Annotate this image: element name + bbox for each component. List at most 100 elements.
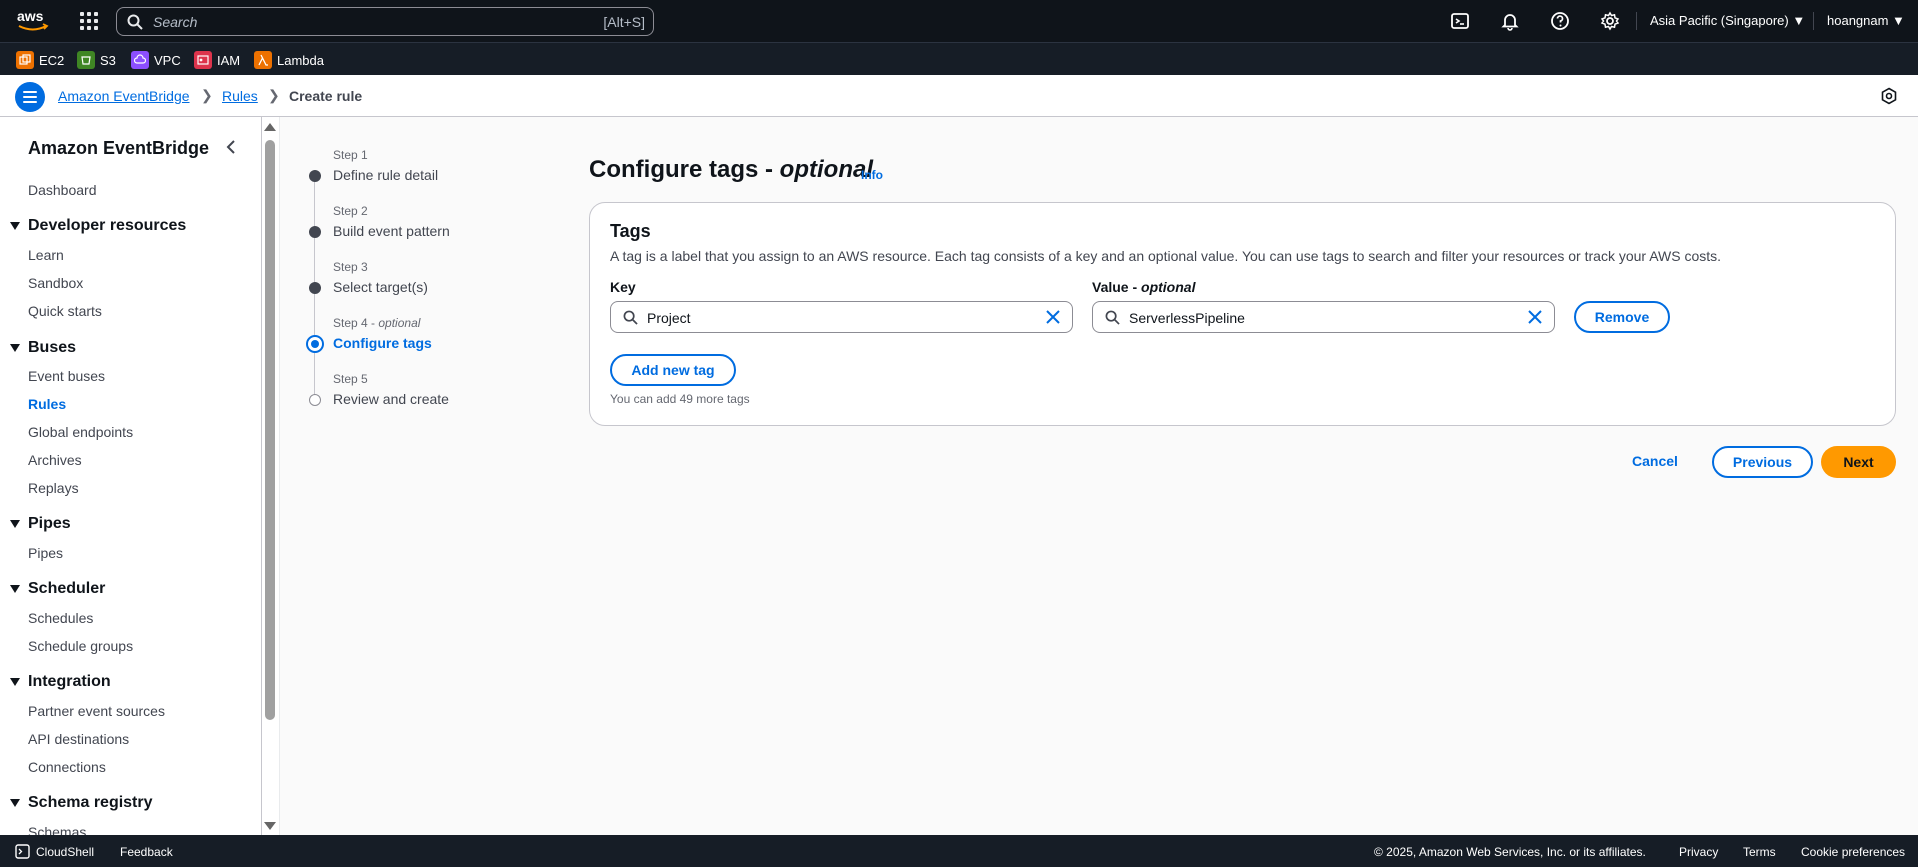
- breadcrumb-eventbridge[interactable]: Amazon EventBridge: [58, 88, 190, 104]
- side-navigation-toggle-button[interactable]: [15, 82, 45, 112]
- sidebar-item-connections[interactable]: Connections: [28, 759, 106, 775]
- info-link[interactable]: Info: [861, 168, 883, 182]
- help-icon[interactable]: [1550, 11, 1570, 31]
- step-1-link[interactable]: Define rule detail: [333, 167, 438, 183]
- sidebar-section-scheduler[interactable]: Scheduler: [10, 580, 105, 598]
- sidebar-section-developer-resources[interactable]: Developer resources: [10, 217, 186, 235]
- step-5-pending-dot: [309, 394, 321, 406]
- iam-icon: [194, 51, 212, 69]
- cookie-preferences-link[interactable]: Cookie preferences: [1801, 845, 1905, 859]
- sidebar-item-schemas[interactable]: Schemas: [28, 824, 86, 835]
- terms-link[interactable]: Terms: [1743, 845, 1776, 859]
- collapse-sidebar-icon[interactable]: [224, 139, 238, 155]
- step-5-label: Step 5: [333, 372, 368, 386]
- sidebar-title[interactable]: Amazon EventBridge: [28, 138, 209, 159]
- sidebar-item-rules[interactable]: Rules: [28, 396, 66, 412]
- search-placeholder: Search: [153, 14, 198, 30]
- cloudshell-icon[interactable]: [1450, 11, 1470, 31]
- step-1-complete-dot: [309, 170, 321, 182]
- services-grid-icon[interactable]: [80, 12, 98, 30]
- footer: CloudShell Feedback © 2025, Amazon Web S…: [0, 835, 1918, 867]
- sidebar-section-schema-registry[interactable]: Schema registry: [10, 794, 153, 812]
- sidebar-item-learn[interactable]: Learn: [28, 247, 64, 263]
- account-menu[interactable]: hoangnam ▼: [1827, 13, 1905, 28]
- privacy-link[interactable]: Privacy: [1679, 845, 1718, 859]
- sidebar-item-global-endpoints[interactable]: Global endpoints: [28, 424, 133, 440]
- previous-button[interactable]: Previous: [1712, 446, 1813, 478]
- sidebar-section-integration[interactable]: Integration: [10, 673, 111, 691]
- preferences-icon[interactable]: [1880, 87, 1898, 105]
- favorite-label: EC2: [39, 52, 65, 68]
- sidebar-scrollbar-thumb[interactable]: [265, 140, 275, 720]
- sidebar-item-archives[interactable]: Archives: [28, 452, 82, 468]
- notifications-bell-icon[interactable]: [1500, 11, 1520, 31]
- step-3-label: Step 3: [333, 260, 368, 274]
- favorite-lambda[interactable]: Lambda: [254, 50, 324, 70]
- settings-gear-icon[interactable]: [1600, 11, 1620, 31]
- page-title-text: Configure tags -: [589, 156, 780, 183]
- search-input[interactable]: Search [Alt+S]: [116, 7, 654, 36]
- sidebar-item-schedule-groups[interactable]: Schedule groups: [28, 638, 133, 654]
- tags-panel: Tags A tag is a label that you assign to…: [589, 202, 1896, 426]
- sidebar-item-dashboard[interactable]: Dashboard: [28, 182, 97, 198]
- remove-tag-button[interactable]: Remove: [1574, 301, 1670, 333]
- scroll-up-arrow-icon[interactable]: [264, 123, 276, 131]
- tag-value-input[interactable]: ServerlessPipeline: [1092, 301, 1555, 333]
- sidebar-item-event-buses[interactable]: Event buses: [28, 368, 105, 384]
- feedback-link[interactable]: Feedback: [120, 845, 173, 859]
- sidebar-item-pipes[interactable]: Pipes: [28, 545, 63, 561]
- nav-divider: [1636, 12, 1637, 30]
- favorite-label: IAM: [217, 52, 241, 68]
- step-3-complete-dot: [309, 282, 321, 294]
- search-shortcut: [Alt+S]: [603, 14, 645, 30]
- sidebar-section-label: Integration: [28, 673, 111, 690]
- caret-down-icon: [10, 344, 20, 352]
- step-5-name: Review and create: [333, 391, 449, 407]
- s3-icon: [77, 51, 95, 69]
- sidebar-item-api-destinations[interactable]: API destinations: [28, 731, 129, 747]
- search-icon: [127, 14, 143, 30]
- step-3-link[interactable]: Select target(s): [333, 279, 428, 295]
- cloudshell-link[interactable]: CloudShell: [36, 845, 94, 859]
- scroll-down-arrow-icon[interactable]: [264, 822, 276, 830]
- clear-value-icon[interactable]: [1528, 310, 1542, 324]
- sidebar-section-label: Developer resources: [28, 217, 187, 234]
- step-4-label: Step 4 - optional: [333, 316, 421, 330]
- favorite-s3[interactable]: S3: [77, 50, 116, 70]
- page-title-optional: optional: [779, 156, 873, 183]
- breadcrumb-rules[interactable]: Rules: [222, 88, 258, 104]
- sidebar-item-schedules[interactable]: Schedules: [28, 610, 93, 626]
- favorite-label: S3: [100, 52, 116, 68]
- add-new-tag-button[interactable]: Add new tag: [610, 354, 736, 386]
- key-label: Key: [610, 279, 636, 295]
- sidebar-item-partner-event-sources[interactable]: Partner event sources: [28, 703, 165, 719]
- cancel-button[interactable]: Cancel: [1632, 453, 1678, 469]
- clear-key-icon[interactable]: [1046, 310, 1060, 324]
- favorite-vpc[interactable]: VPC: [131, 50, 181, 70]
- breadcrumb-bar: Amazon EventBridge ❯ Rules ❯ Create rule: [0, 75, 1918, 117]
- sidebar-section-pipes[interactable]: Pipes: [10, 515, 71, 533]
- favorite-ec2[interactable]: EC2: [16, 50, 64, 70]
- search-icon: [1105, 310, 1120, 325]
- breadcrumb-current: Create rule: [289, 88, 363, 104]
- next-button[interactable]: Next: [1821, 446, 1896, 478]
- chevron-right-icon: ❯: [201, 87, 213, 103]
- nav-divider: [1813, 12, 1814, 30]
- sidebar-item-sandbox[interactable]: Sandbox: [28, 275, 83, 291]
- tag-value-value: ServerlessPipeline: [1129, 310, 1245, 326]
- favorite-iam[interactable]: IAM: [194, 50, 240, 70]
- cloudshell-icon[interactable]: [15, 844, 30, 859]
- caret-down-icon: [10, 585, 20, 593]
- aws-logo[interactable]: aws: [16, 8, 50, 34]
- region-selector[interactable]: Asia Pacific (Singapore) ▼: [1650, 13, 1805, 28]
- side-navigation: Amazon EventBridge Dashboard Developer r…: [0, 117, 262, 835]
- step-2-link[interactable]: Build event pattern: [333, 223, 450, 239]
- sidebar-item-replays[interactable]: Replays: [28, 480, 79, 496]
- sidebar-section-buses[interactable]: Buses: [10, 339, 76, 357]
- caret-down-icon: [10, 678, 20, 686]
- value-label: Value - optional: [1092, 279, 1195, 295]
- tag-key-input[interactable]: Project: [610, 301, 1073, 333]
- sidebar-item-quick-starts[interactable]: Quick starts: [28, 303, 102, 319]
- step-4-current-dot: [306, 335, 324, 353]
- step-1-label: Step 1: [333, 148, 368, 162]
